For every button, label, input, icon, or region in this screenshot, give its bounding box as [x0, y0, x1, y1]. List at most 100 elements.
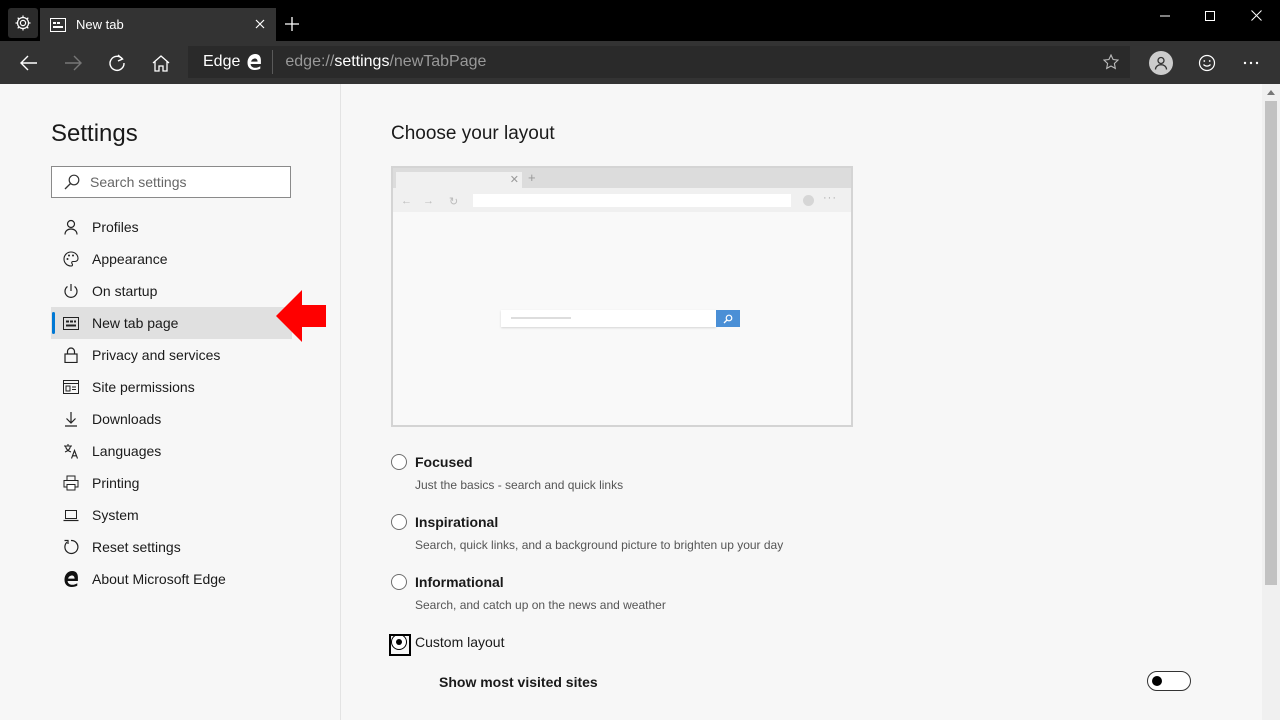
radio-button-checked[interactable]	[389, 634, 411, 656]
sidebar-item-new-tab-page[interactable]: New tab page	[51, 307, 292, 339]
feedback-smiley-icon[interactable]	[1191, 47, 1223, 79]
preview-tab: ✕	[396, 172, 522, 188]
printer-icon	[63, 475, 79, 491]
settings-content: Settings Profiles Appearance On startup	[0, 84, 1280, 720]
power-icon	[63, 283, 79, 299]
sidebar-item-label: Languages	[92, 443, 162, 459]
option-description: Just the basics - search and quick links	[415, 478, 624, 492]
window-close-icon[interactable]	[1233, 0, 1279, 31]
focus-ring	[389, 634, 411, 656]
sidebar-item-label: Downloads	[92, 411, 162, 427]
toolbar: Edge edge://settings/newTabPage	[0, 41, 1280, 84]
preview-avatar	[803, 195, 814, 206]
layout-option-focused[interactable]: Focused Just the basics - search and qui…	[391, 452, 623, 493]
preview-refresh-icon: ↻	[449, 196, 459, 208]
option-name: Inspirational	[415, 514, 499, 530]
edge-brand-label: Edge	[203, 53, 241, 70]
preview-close-icon: ✕	[509, 174, 519, 186]
sidebar-item-on-startup[interactable]: On startup	[51, 275, 292, 307]
reset-icon	[63, 539, 79, 555]
lock-icon	[63, 347, 79, 363]
settings-main-pane: Choose your layout ✕ + ← → ↻ ··· Focused…	[342, 84, 1262, 720]
toggle-label: Show most visited sites	[439, 674, 598, 690]
sidebar-item-label: Appearance	[92, 251, 168, 267]
sidebar-item-site-permissions[interactable]: Site permissions	[51, 371, 292, 403]
sidebar-item-label: New tab page	[92, 315, 179, 331]
scroll-up-icon[interactable]	[1262, 84, 1280, 100]
preview-plus-icon: +	[528, 170, 536, 185]
minimize-icon[interactable]	[1142, 0, 1188, 31]
option-description: Search, and catch up on the news and wea…	[415, 598, 666, 612]
person-icon	[63, 219, 79, 235]
back-icon[interactable]	[13, 47, 45, 79]
refresh-icon[interactable]	[101, 47, 133, 79]
sidebar-item-label: On startup	[92, 283, 158, 299]
address-separator	[272, 50, 274, 74]
layout-preview-image: ✕ + ← → ↻ ···	[391, 166, 853, 427]
option-name: Informational	[415, 574, 504, 590]
sidebar-item-appearance[interactable]: Appearance	[51, 243, 292, 275]
languages-icon	[63, 443, 79, 459]
maximize-icon[interactable]	[1187, 0, 1233, 31]
edge-logo-icon	[246, 54, 262, 70]
sidebar-item-reset-settings[interactable]: Reset settings	[51, 531, 292, 563]
search-settings-input[interactable]	[90, 174, 280, 190]
option-description: Search, quick links, and a background pi…	[415, 538, 784, 552]
preview-search-box	[501, 310, 716, 327]
new-tab-button[interactable]	[281, 13, 303, 35]
sidebar-item-system[interactable]: System	[51, 499, 292, 531]
sidebar-item-label: System	[92, 507, 139, 523]
sidebar-item-downloads[interactable]: Downloads	[51, 403, 292, 435]
tab-new-tab[interactable]: New tab	[40, 8, 276, 41]
forward-icon[interactable]	[57, 47, 89, 79]
preview-forward-icon: →	[423, 195, 434, 207]
preview-more-icon: ···	[823, 192, 837, 204]
toggle-knob	[1152, 676, 1162, 686]
sidebar-item-label: About Microsoft Edge	[92, 571, 226, 587]
tab-title: New tab	[76, 17, 124, 32]
layout-option-custom[interactable]: Custom layout	[389, 632, 505, 656]
sidebar-item-printing[interactable]: Printing	[51, 467, 292, 499]
scrollbar-thumb[interactable]	[1265, 101, 1277, 585]
option-name: Focused	[415, 454, 473, 470]
settings-sidebar: Settings Profiles Appearance On startup	[0, 84, 341, 720]
settings-tab-gear-icon[interactable]	[8, 8, 38, 38]
profile-avatar-icon[interactable]	[1149, 51, 1173, 75]
newtab-icon	[63, 315, 79, 331]
sidebar-item-label: Printing	[92, 475, 140, 491]
search-settings-box[interactable]	[51, 166, 291, 198]
edge-logo-icon	[63, 571, 79, 587]
palette-icon	[63, 251, 79, 267]
radio-button[interactable]	[391, 574, 407, 590]
home-icon[interactable]	[145, 47, 177, 79]
title-bar: New tab	[0, 0, 1280, 41]
sidebar-item-about-microsoft-edge[interactable]: About Microsoft Edge	[51, 563, 292, 595]
sidebar-item-profiles[interactable]: Profiles	[51, 211, 292, 243]
sidebar-item-label: Site permissions	[92, 379, 195, 395]
more-menu-icon[interactable]	[1235, 47, 1267, 79]
sidebar-item-label: Privacy and services	[92, 347, 221, 363]
newtab-icon	[50, 17, 66, 33]
tab-close-icon[interactable]	[252, 16, 268, 32]
favorite-star-icon[interactable]	[1102, 53, 1120, 71]
show-most-visited-toggle[interactable]	[1147, 671, 1191, 691]
sidebar-item-label: Profiles	[92, 219, 139, 235]
red-pointer-arrow-icon	[276, 290, 326, 342]
radio-button[interactable]	[391, 514, 407, 530]
layout-option-inspirational[interactable]: Inspirational Search, quick links, and a…	[391, 512, 783, 553]
sidebar-item-privacy-and-services[interactable]: Privacy and services	[51, 339, 292, 371]
option-name: Custom layout	[415, 634, 505, 650]
vertical-scrollbar[interactable]	[1262, 84, 1280, 720]
preview-back-icon: ←	[401, 195, 412, 207]
site-permissions-icon	[63, 379, 79, 395]
preview-address-bar	[473, 194, 791, 207]
layout-option-informational[interactable]: Informational Search, and catch up on th…	[391, 572, 666, 613]
radio-button[interactable]	[391, 454, 407, 470]
choose-layout-heading: Choose your layout	[391, 123, 555, 144]
preview-search-icon	[716, 310, 740, 327]
search-icon	[64, 174, 80, 190]
address-bar[interactable]: Edge edge://settings/newTabPage	[188, 46, 1130, 78]
laptop-icon	[63, 507, 79, 523]
url-text[interactable]: edge://settings/newTabPage	[285, 53, 486, 71]
sidebar-item-languages[interactable]: Languages	[51, 435, 292, 467]
